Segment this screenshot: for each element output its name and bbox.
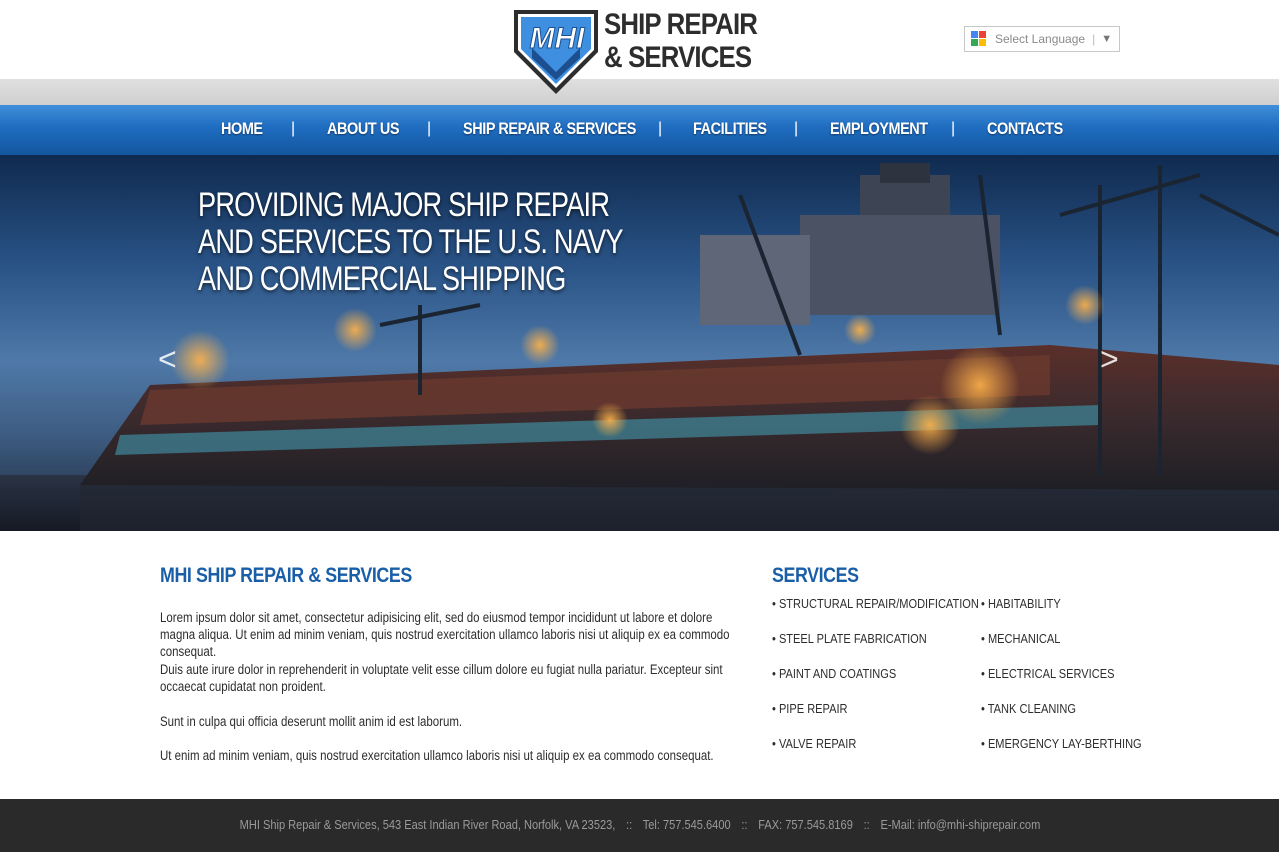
shield-logo-icon: MHI bbox=[514, 10, 598, 94]
hero-slider: PROVIDING MAJOR SHIP REPAIR AND SERVICES… bbox=[0, 155, 1279, 531]
about-paragraph: Sunt in culpa qui officia deserunt molli… bbox=[160, 714, 463, 729]
footer-contact: MHI Ship Repair & Services, 543 East Ind… bbox=[239, 817, 1040, 832]
nav-employment[interactable]: EMPLOYMENT bbox=[830, 119, 928, 139]
service-item[interactable]: • MECHANICAL bbox=[981, 631, 1060, 646]
slider-prev-arrow-icon[interactable]: < bbox=[158, 341, 177, 378]
service-item[interactable]: • ELECTRICAL SERVICES bbox=[981, 666, 1114, 681]
about-paragraph: Lorem ipsum dolor sit amet, consectetur … bbox=[160, 610, 730, 659]
google-translate-icon bbox=[971, 31, 987, 47]
nav-facilities[interactable]: FACILITIES bbox=[693, 119, 767, 139]
services-section: SERVICES • STRUCTURAL REPAIR/MODIFICATIO… bbox=[772, 564, 1142, 751]
main-nav: HOME | ABOUT US | SHIP REPAIR & SERVICES… bbox=[0, 105, 1279, 155]
nav-separator: | bbox=[658, 120, 663, 137]
nav-separator: | bbox=[794, 120, 799, 137]
nav-contacts[interactable]: CONTACTS bbox=[987, 119, 1063, 139]
nav-separator: | bbox=[427, 120, 432, 137]
logo-wordmark: SHIP REPAIR & SERVICES bbox=[604, 8, 758, 74]
service-item[interactable]: • STEEL PLATE FABRICATION bbox=[772, 631, 927, 646]
slider-next-arrow-icon[interactable]: > bbox=[1100, 341, 1119, 378]
ship-dock-image bbox=[0, 163, 1279, 531]
site-logo[interactable]: MHI SHIP REPAIR & SERVICES bbox=[512, 8, 758, 98]
footer-email-link[interactable]: E-Mail: info@mhi-shiprepair.com bbox=[880, 817, 1040, 832]
footer-fax: FAX: 757.545.8169 bbox=[757, 817, 853, 832]
service-item[interactable]: • VALVE REPAIR bbox=[772, 736, 856, 751]
service-item[interactable]: • HABITABILITY bbox=[981, 596, 1061, 611]
hero-headline: PROVIDING MAJOR SHIP REPAIR AND SERVICES… bbox=[198, 186, 624, 298]
nav-home[interactable]: HOME bbox=[221, 119, 263, 139]
nav-separator: | bbox=[951, 120, 956, 137]
about-paragraph: Ut enim ad minim veniam, quis nostrud ex… bbox=[160, 748, 714, 763]
service-item[interactable]: • EMERGENCY LAY-BERTHING bbox=[981, 736, 1142, 751]
nav-separator: | bbox=[291, 120, 296, 137]
language-label: Select Language bbox=[995, 32, 1086, 46]
footer-address: MHI Ship Repair & Services, 543 East Ind… bbox=[239, 817, 615, 832]
service-item[interactable]: • TANK CLEANING bbox=[981, 701, 1076, 716]
nav-about-us[interactable]: ABOUT US bbox=[327, 119, 399, 139]
about-title: MHI SHIP REPAIR & SERVICES bbox=[160, 564, 412, 587]
about-section: MHI SHIP REPAIR & SERVICES Lorem ipsum d… bbox=[160, 564, 750, 763]
footer-tel[interactable]: Tel: 757.545.6400 bbox=[642, 817, 730, 832]
service-item[interactable]: • PAINT AND COATINGS bbox=[772, 666, 896, 681]
chevron-down-icon: ▼ bbox=[1101, 33, 1113, 45]
services-title: SERVICES bbox=[772, 564, 859, 587]
service-item[interactable]: • PIPE REPAIR bbox=[772, 701, 848, 716]
language-selector[interactable]: Select Language | ▼ bbox=[964, 26, 1120, 52]
site-footer: MHI Ship Repair & Services, 543 East Ind… bbox=[0, 799, 1279, 852]
nav-ship-repair-services[interactable]: SHIP REPAIR & SERVICES bbox=[463, 119, 636, 139]
service-item[interactable]: • STRUCTURAL REPAIR/MODIFICATION bbox=[772, 596, 979, 611]
about-paragraph: Duis aute irure dolor in reprehenderit i… bbox=[160, 662, 723, 694]
logo-mark: MHI bbox=[530, 22, 586, 55]
